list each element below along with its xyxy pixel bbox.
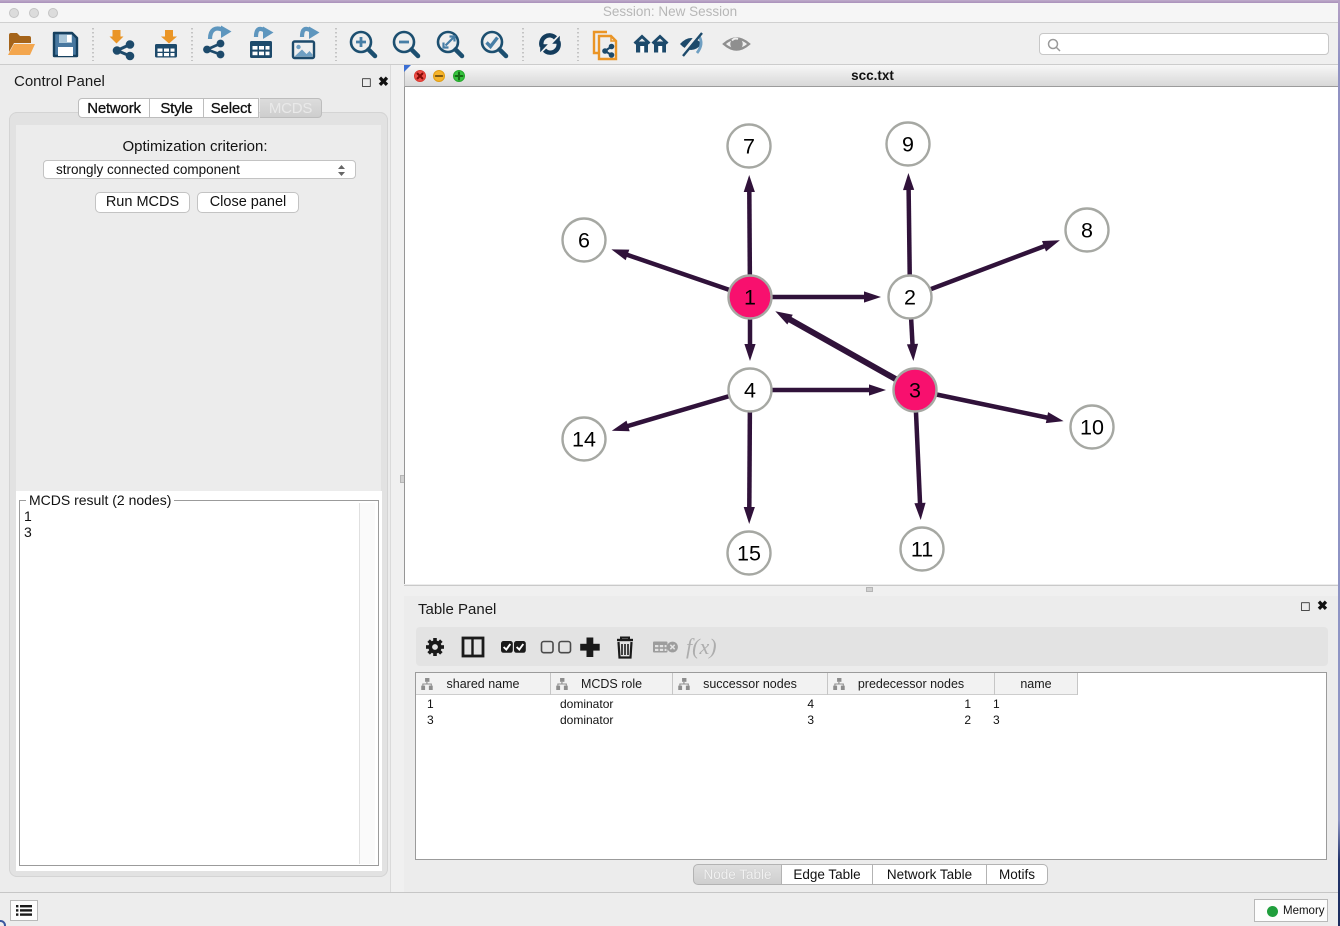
svg-text:9: 9 xyxy=(902,133,914,157)
svg-text:1: 1 xyxy=(744,286,756,310)
svg-text:f(x): f(x) xyxy=(686,634,717,659)
svg-text:15: 15 xyxy=(737,542,761,566)
svg-text:14: 14 xyxy=(572,428,596,452)
svg-text:4: 4 xyxy=(744,379,756,403)
svg-text:6: 6 xyxy=(578,229,590,253)
svg-text:8: 8 xyxy=(1081,219,1093,243)
svg-text:11: 11 xyxy=(911,538,933,562)
svg-text:10: 10 xyxy=(1080,416,1104,440)
svg-text:3: 3 xyxy=(909,379,921,403)
svg-text:7: 7 xyxy=(743,135,755,159)
svg-text:2: 2 xyxy=(904,286,916,310)
